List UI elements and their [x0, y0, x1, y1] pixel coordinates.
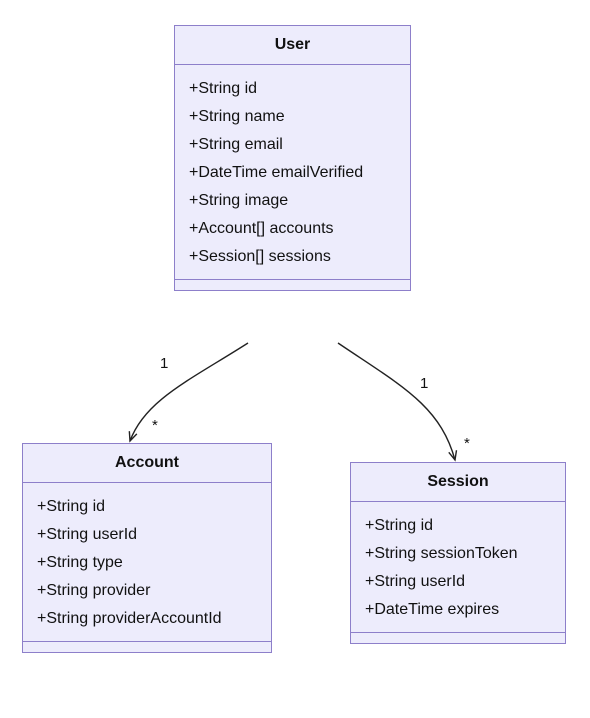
class-user-attrs: +String id +String name +String email +D…	[175, 65, 410, 280]
class-methods-empty	[175, 280, 410, 290]
class-attr: +String type	[37, 549, 257, 577]
class-user: User +String id +String name +String ema…	[174, 25, 411, 291]
edge-user-account	[130, 343, 248, 441]
class-attr: +String id	[189, 75, 396, 103]
class-account-title: Account	[23, 444, 271, 483]
class-attr: +String image	[189, 187, 396, 215]
mult-user-account-from: 1	[160, 355, 168, 372]
class-attr: +String id	[365, 512, 551, 540]
class-account-attrs: +String id +String userId +String type +…	[23, 483, 271, 642]
class-attr: +String id	[37, 493, 257, 521]
class-account: Account +String id +String userId +Strin…	[22, 443, 272, 653]
mult-user-account-to: *	[152, 417, 158, 434]
class-methods-empty	[23, 642, 271, 652]
class-attr: +Account[] accounts	[189, 215, 396, 243]
class-session-attrs: +String id +String sessionToken +String …	[351, 502, 565, 633]
diagram-canvas: 1 * 1 * User +String id +String name +St…	[0, 0, 590, 718]
class-session-title: Session	[351, 463, 565, 502]
class-attr: +String userId	[365, 568, 551, 596]
class-user-title: User	[175, 26, 410, 65]
edge-user-session	[338, 343, 455, 460]
class-attr: +String providerAccountId	[37, 605, 257, 633]
class-session: Session +String id +String sessionToken …	[350, 462, 566, 644]
mult-user-session-from: 1	[420, 375, 428, 392]
class-methods-empty	[351, 633, 565, 643]
class-attr: +String provider	[37, 577, 257, 605]
class-attr: +DateTime emailVerified	[189, 159, 396, 187]
class-attr: +String name	[189, 103, 396, 131]
class-attr: +String userId	[37, 521, 257, 549]
mult-user-session-to: *	[464, 435, 470, 452]
class-attr: +DateTime expires	[365, 596, 551, 624]
class-attr: +String sessionToken	[365, 540, 551, 568]
class-attr: +String email	[189, 131, 396, 159]
class-attr: +Session[] sessions	[189, 243, 396, 271]
